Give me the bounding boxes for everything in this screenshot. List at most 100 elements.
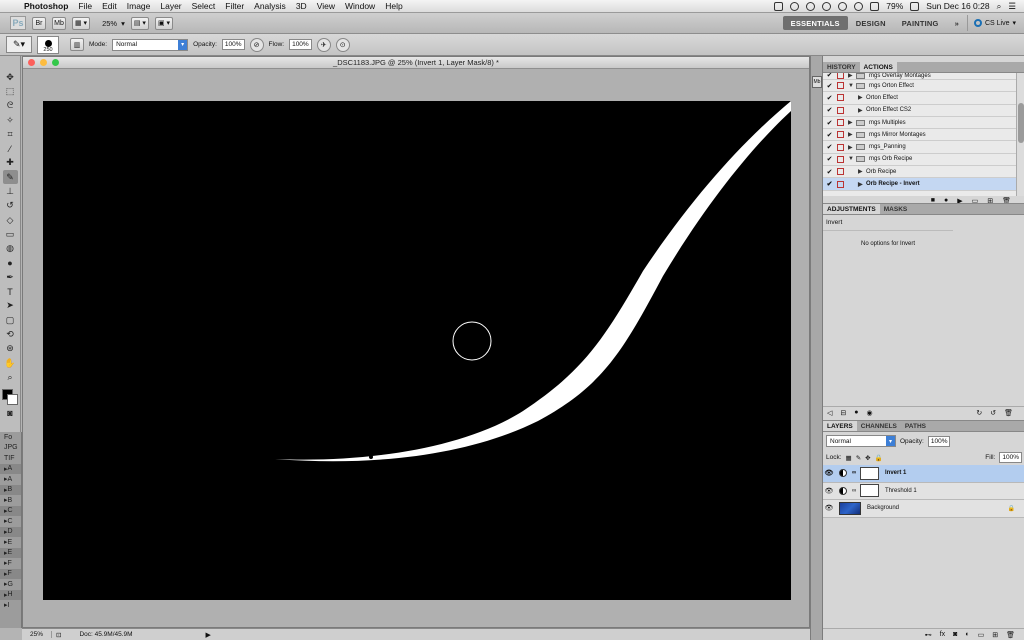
strip-row[interactable]: JPG	[0, 443, 21, 454]
collapsed-triangle-icon[interactable]: ▶	[848, 131, 856, 138]
cs-live-button[interactable]: CS Live ▾	[966, 15, 1024, 31]
color-swatches[interactable]	[1, 388, 19, 406]
trash-icon[interactable]: 🗑	[1006, 631, 1015, 639]
crop-icon[interactable]: ⌗	[3, 127, 18, 141]
action-set-row[interactable]: ✔ ▶ mgs Mirror Montages	[823, 129, 1016, 142]
battery-percent[interactable]: 79%	[886, 1, 903, 11]
menu-analysis[interactable]: Analysis	[249, 1, 291, 11]
path-select-icon[interactable]: ➤	[3, 299, 18, 313]
check-icon[interactable]: ✔	[825, 155, 834, 163]
dialog-toggle-icon[interactable]	[837, 131, 844, 139]
strip-row[interactable]: ▸ F	[0, 558, 21, 569]
collapsed-triangle-icon[interactable]: ▶	[858, 107, 866, 114]
reset-icon[interactable]: ↺	[990, 409, 996, 417]
layer-thumbnail[interactable]	[839, 501, 861, 515]
dialog-toggle-icon[interactable]	[837, 119, 844, 127]
scroll-thumb[interactable]	[1018, 103, 1024, 143]
quick-select-icon[interactable]: ✧	[3, 113, 18, 127]
brush-icon[interactable]: ✎	[2, 170, 18, 185]
tab-paths[interactable]: PATHS	[901, 421, 930, 431]
menu-view[interactable]: View	[312, 1, 340, 11]
action-set-row[interactable]: ✔ ▼ mgs Orb Recipe	[823, 154, 1016, 167]
workspace-essentials[interactable]: ESSENTIALS	[782, 16, 848, 30]
strip-row[interactable]: ▸ E	[0, 537, 21, 548]
image-canvas[interactable]	[43, 101, 791, 600]
action-row[interactable]: ✔ ▶ Orton Effect CS2	[823, 105, 1016, 117]
workspace-painting[interactable]: PAINTING	[894, 19, 947, 28]
menu-edit[interactable]: Edit	[97, 1, 122, 11]
expanded-triangle-icon[interactable]: ▼	[848, 83, 856, 89]
dodge-icon[interactable]: ●	[3, 256, 18, 270]
view-extras-button[interactable]: ▦ ▾	[72, 16, 91, 30]
wifi-icon[interactable]	[854, 1, 864, 11]
sync-icon[interactable]	[790, 1, 800, 11]
healing-icon[interactable]: ✚	[3, 156, 18, 170]
strip-row[interactable]: ▸ D	[0, 526, 21, 537]
layer-row-threshold[interactable]: 👁 ∞ Threshold 1	[823, 482, 1024, 500]
dropbox-icon[interactable]	[774, 1, 784, 11]
action-set-row[interactable]: ✔ ▶ mgs_Panning	[823, 141, 1016, 154]
shape-icon[interactable]: ▢	[3, 313, 18, 327]
clip-layer-icon[interactable]: ●	[854, 409, 858, 416]
actions-scrollbar[interactable]	[1016, 73, 1024, 196]
action-set-row[interactable]: ✔ ▶ mgs Overlay Montages	[823, 73, 1016, 80]
action-row-selected[interactable]: ✔ ▶ Orb Recipe - Invert	[823, 178, 1016, 191]
strip-row[interactable]: ▸ C	[0, 516, 21, 527]
eraser-icon[interactable]: ◇	[3, 213, 18, 227]
flow-field[interactable]: 100%	[289, 39, 312, 50]
action-row[interactable]: ✔ ▶ Orb Recipe	[823, 166, 1016, 179]
pressure-size-icon[interactable]: ⊙	[335, 37, 350, 52]
3d-orbit-icon[interactable]: ⊛	[3, 342, 18, 356]
strip-row[interactable]: ▸ B	[0, 495, 21, 506]
strip-row[interactable]: ▸ E	[0, 547, 21, 558]
check-icon[interactable]: ✔	[825, 106, 834, 114]
tab-history[interactable]: HISTORY	[823, 62, 860, 72]
strip-row[interactable]: ▸ F	[0, 568, 21, 579]
mode-select[interactable]: Normal ▾	[112, 38, 189, 51]
layer-style-icon[interactable]: fx	[940, 631, 945, 638]
previous-state-icon[interactable]: ↻	[976, 409, 982, 417]
menu-app-name[interactable]: Photoshop	[22, 1, 73, 11]
cloud-icon[interactable]	[806, 1, 816, 11]
eye-icon[interactable]: 👁	[823, 504, 835, 512]
menu-help[interactable]: Help	[380, 1, 407, 11]
strip-row[interactable]: ▸ C	[0, 505, 21, 516]
check-icon[interactable]: ✔	[825, 131, 834, 139]
bluetooth-icon[interactable]	[838, 1, 848, 11]
layer-mask-thumbnail[interactable]	[860, 484, 879, 498]
arrange-documents-button[interactable]: ▤ ▾	[130, 16, 149, 30]
tool-preset-picker[interactable]: ✎ ▾	[6, 36, 32, 53]
strip-row[interactable]: ▸ I	[0, 600, 21, 611]
lock-position-icon[interactable]: ✥	[865, 454, 870, 462]
check-icon[interactable]: ✔	[825, 143, 834, 151]
check-icon[interactable]: ✔	[825, 180, 834, 188]
visibility-icon[interactable]: ◉	[867, 409, 873, 417]
zoom-level-dropdown[interactable]: 25% ▾	[102, 19, 125, 28]
menu-image[interactable]: Image	[122, 1, 156, 11]
strip-row[interactable]: ▸ A	[0, 474, 21, 485]
airbrush-icon[interactable]: ✈	[316, 37, 331, 52]
menu-layer[interactable]: Layer	[155, 1, 186, 11]
dialog-toggle-icon[interactable]	[837, 94, 844, 102]
marquee-icon[interactable]: ⬚	[3, 84, 18, 98]
spotlight-icon[interactable]: ⌕	[997, 1, 1002, 12]
fill-field[interactable]: 100%	[999, 452, 1022, 463]
strip-row[interactable]: Fo	[0, 432, 21, 443]
menu-3d[interactable]: 3D	[291, 1, 312, 11]
workspace-design[interactable]: DESIGN	[848, 19, 894, 28]
clock[interactable]: Sun Dec 16 0:28	[926, 1, 989, 11]
strip-row[interactable]: ▸ A	[0, 463, 21, 474]
eye-icon[interactable]: 👁	[823, 469, 835, 477]
new-adjustment-icon[interactable]: ◐	[965, 631, 969, 638]
history-brush-icon[interactable]: ↺	[3, 199, 18, 213]
layer-row-background[interactable]: 👁 Background 🔒	[823, 500, 1024, 518]
eyedropper-icon[interactable]: ⁄	[3, 141, 18, 155]
dialog-toggle-icon[interactable]	[837, 168, 844, 176]
blur-icon[interactable]: ◍	[3, 242, 18, 256]
hand-icon[interactable]: ✋	[3, 356, 18, 370]
dialog-toggle-icon[interactable]	[837, 180, 844, 188]
dialog-toggle-icon[interactable]	[837, 106, 844, 114]
strip-row[interactable]: TIF	[0, 453, 21, 464]
status-zoom[interactable]: 25%	[22, 631, 52, 638]
stamp-icon[interactable]: ⊥	[3, 184, 18, 198]
